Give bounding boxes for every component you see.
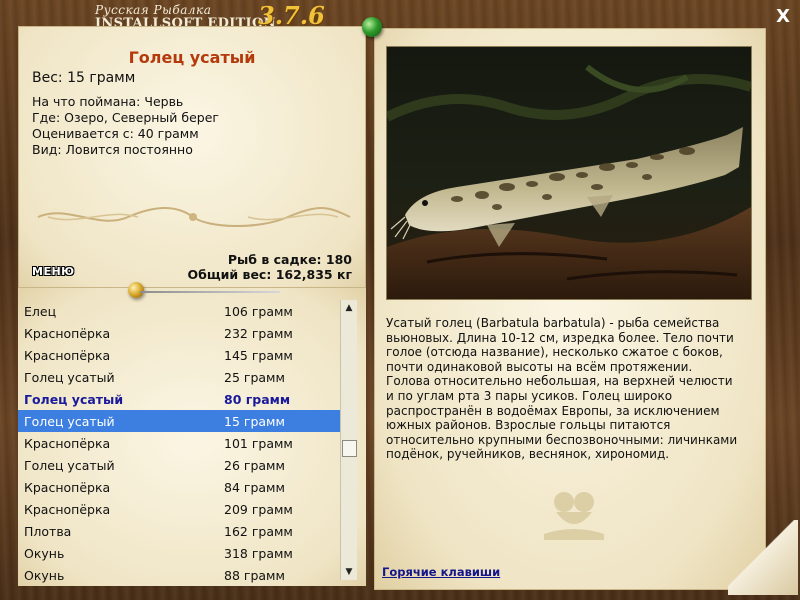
list-item-weight: 25 грамм [224,370,285,385]
gold-pin-icon [128,282,144,298]
description-line: почти одинаковой высоты на всём протяжен… [386,359,693,374]
menu-button[interactable]: МЕНЮ [32,265,75,278]
list-item-weight: 15 грамм [224,414,285,429]
list-item[interactable]: Голец усатый 25 грамм [18,366,340,388]
detail-bait: На что поймана: Червь [32,94,184,109]
list-item-fish-name: Окунь [24,546,65,561]
keepnet-list: Елец 106 грамм Краснопёрка 232 грамм Красноп… [18,300,340,586]
list-item-weight: 106 грамм [224,304,293,319]
list-item-weight: 80 грамм [224,392,291,407]
list-scrollbar[interactable]: ▲ ▼ [340,300,357,580]
fish-description-panel: Усатый голец (Barbatula barbatula) - рыб… [374,28,766,590]
game-logo: Русская Рыбалка INSTALLSOFT EDITION 3.7.… [95,1,325,31]
scroll-down-arrow-icon[interactable]: ▼ [341,564,357,580]
description-line: относительно крупными беспозвоночными: л… [386,432,738,447]
list-item[interactable]: Краснопёрка 84 грамм [18,476,340,498]
fish-weight: Вес: 15 грамм [32,70,136,86]
detail-location: Где: Озеро, Северный берег [32,110,219,125]
fish-description: Усатый голец (Barbatula barbatula) - рыб… [386,316,756,462]
logo-title-line: Русская Рыбалка [95,3,212,17]
green-pin-icon [362,17,382,37]
needle-decoration [140,291,280,293]
list-item[interactable]: Краснопёрка 209 грамм [18,498,340,520]
list-item-fish-name: Голец усатый [24,392,124,407]
list-item[interactable]: Голец усатый 26 грамм [18,454,340,476]
list-item-weight: 209 грамм [224,502,293,517]
list-item[interactable]: Краснопёрка 145 грамм [18,344,340,366]
list-item[interactable]: Елец 106 грамм [18,300,340,322]
description-line: голое (отсюда название), несколько сжато… [386,345,723,360]
list-item-weight: 232 грамм [224,326,293,341]
fish-name-title: Голец усатый [128,48,256,67]
description-line: и по углам рта 3 пары усиков. Голец широ… [386,388,673,403]
list-item-fish-name: Голец усатый [24,458,115,473]
list-item-weight: 84 грамм [224,480,285,495]
total-weight: Общий вес: 162,835 кг [187,267,353,282]
hotkeys-link[interactable]: Горячие клавиши [382,565,500,579]
list-item-fish-name: Голец усатый [24,414,115,429]
list-item-weight: 26 грамм [224,458,285,473]
description-line: Усатый голец (Barbatula barbatula) - рыб… [386,316,720,330]
list-item-weight: 318 грамм [224,546,293,561]
list-item-fish-name: Краснопёрка [24,502,111,517]
list-item-fish-name: Елец [24,304,57,319]
detail-kind: Вид: Ловится постоянно [32,142,193,157]
description-line: подёнок, ручейников, веснянок, хирономид… [386,447,670,462]
list-item[interactable]: Плотва 162 грамм [18,520,340,542]
fish-photo [386,46,752,300]
fish-count: Рыб в садке: 180 [227,252,352,267]
close-button[interactable]: X [776,6,790,27]
list-item-fish-name: Краснопёрка [24,436,111,451]
list-item-fish-name: Краснопёрка [24,326,111,341]
list-item-fish-name: Окунь [24,568,65,583]
list-item-weight: 88 грамм [224,568,285,583]
list-item-fish-name: Голец усатый [24,370,115,385]
list-item[interactable]: Окунь 88 грамм [18,564,340,586]
list-item[interactable]: Голец усатый 15 грамм [18,410,340,432]
description-line: вьюновых. Длина 10-12 см, изредка более.… [386,330,734,345]
list-item-fish-name: Краснопёрка [24,348,111,363]
fish-emblem-watermark [544,492,604,540]
list-item-fish-name: Краснопёрка [24,480,111,495]
catch-details: На что поймана: Червь Где: Озеро, Северн… [32,94,219,158]
list-item[interactable]: Голец усатый 80 грамм [18,388,340,410]
description-line: распространён в водоёмах Европы, за искл… [386,403,720,418]
scroll-up-arrow-icon[interactable]: ▲ [341,300,357,316]
keepnet-stats: Рыб в садке: 180 Общий вес: 162,835 кг [188,252,353,282]
ornament-divider [37,207,351,227]
list-item[interactable]: Краснопёрка 232 грамм [18,322,340,344]
list-item[interactable]: Краснопёрка 101 грамм [18,432,340,454]
keepnet-list-panel: Елец 106 грамм Краснопёрка 232 грамм Красноп… [18,288,366,586]
detail-valued-from: Оценивается с: 40 грамм [32,126,199,141]
description-line: Голова относительно небольшая, на верхне… [386,374,733,389]
list-item[interactable]: Окунь 318 грамм [18,542,340,564]
fish-photo-image [387,47,751,299]
list-item-weight: 162 грамм [224,524,293,539]
list-item-weight: 145 грамм [224,348,293,363]
list-item-weight: 101 грамм [224,436,293,451]
catch-info-panel: Голец усатый Вес: 15 грамм На что пойман… [18,26,366,288]
description-line: южных районов. Взрослые гольцы питаются [386,418,671,433]
list-item-fish-name: Плотва [24,524,72,539]
scroll-thumb[interactable] [342,440,357,457]
